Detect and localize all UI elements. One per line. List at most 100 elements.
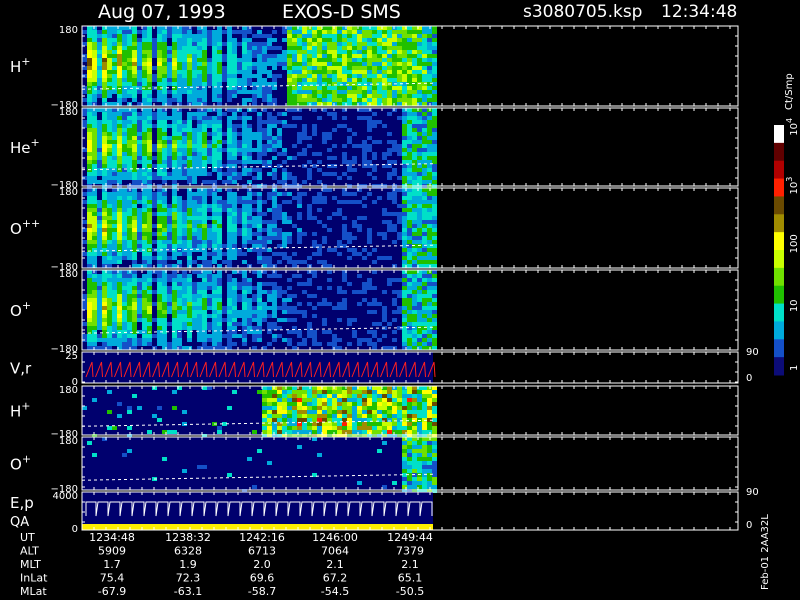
heatmap-cell bbox=[322, 406, 327, 410]
heatmap-cell bbox=[252, 216, 257, 220]
heatmap-cell bbox=[317, 220, 322, 224]
heatmap-cell bbox=[217, 264, 222, 268]
heatmap-cell bbox=[322, 386, 327, 390]
heatmap-cell bbox=[252, 42, 257, 46]
heatmap-cell bbox=[107, 282, 112, 286]
heatmap-cell bbox=[322, 298, 327, 302]
heatmap-cell bbox=[242, 34, 247, 38]
heatmap-cell bbox=[217, 228, 222, 232]
panel-background bbox=[82, 352, 433, 383]
heatmap-cell bbox=[367, 414, 372, 418]
heatmap-cell bbox=[197, 338, 202, 342]
heatmap-cell bbox=[242, 160, 247, 164]
heatmap-cell bbox=[412, 314, 417, 318]
heatmap-cell bbox=[342, 278, 347, 282]
heatmap-cell bbox=[327, 286, 332, 290]
heatmap-cell bbox=[102, 176, 107, 180]
heatmap-cell bbox=[167, 244, 172, 248]
heatmap-cell bbox=[317, 116, 322, 120]
heatmap-cell bbox=[337, 338, 342, 342]
heatmap-cell bbox=[332, 172, 337, 176]
heatmap-cell bbox=[407, 62, 412, 66]
heatmap-cell bbox=[352, 406, 357, 410]
heatmap-cell bbox=[332, 164, 337, 168]
heatmap-cell bbox=[377, 74, 382, 78]
heatmap-cell bbox=[172, 406, 177, 410]
heatmap-cell bbox=[392, 390, 397, 394]
heatmap-cell bbox=[422, 90, 427, 94]
heatmap-cell bbox=[107, 168, 112, 172]
heatmap-cell bbox=[262, 390, 267, 394]
heatmap-cell bbox=[397, 216, 402, 220]
heatmap-cell bbox=[267, 172, 272, 176]
heatmap-cell bbox=[92, 298, 97, 302]
heatmap-cell bbox=[367, 228, 372, 232]
heatmap-cell bbox=[87, 70, 92, 74]
heatmap-cell bbox=[187, 318, 192, 322]
heatmap-cell bbox=[107, 26, 112, 30]
heatmap-cell bbox=[342, 236, 347, 240]
heatmap-cell bbox=[197, 172, 202, 176]
heatmap-cell bbox=[412, 282, 417, 286]
heatmap-cell bbox=[182, 290, 187, 294]
heatmap-cell bbox=[177, 286, 182, 290]
heatmap-cell bbox=[427, 457, 432, 461]
heatmap-cell bbox=[422, 228, 427, 232]
heatmap-cell bbox=[317, 70, 322, 74]
heatmap-cell bbox=[382, 58, 387, 62]
heatmap-cell bbox=[172, 132, 177, 136]
heatmap-cell bbox=[422, 461, 427, 465]
heatmap-cell bbox=[307, 390, 312, 394]
heatmap-cell bbox=[357, 90, 362, 94]
heatmap-cell bbox=[272, 156, 277, 160]
heatmap-cell bbox=[212, 212, 217, 216]
heatmap-cell bbox=[342, 86, 347, 90]
heatmap-cell bbox=[342, 78, 347, 82]
heatmap-cell bbox=[272, 46, 277, 50]
heatmap-cell bbox=[197, 298, 202, 302]
heatmap-cell bbox=[367, 236, 372, 240]
heatmap-cell bbox=[112, 426, 117, 430]
heatmap-cell bbox=[122, 334, 127, 338]
heatmap-cell bbox=[432, 310, 437, 314]
heatmap-cell bbox=[187, 74, 192, 78]
heatmap-cell bbox=[282, 318, 287, 322]
heatmap-cell bbox=[337, 286, 342, 290]
heatmap-cell bbox=[227, 224, 232, 228]
heatmap-cell bbox=[337, 394, 342, 398]
heatmap-cell bbox=[322, 34, 327, 38]
heatmap-cell bbox=[112, 192, 117, 196]
heatmap-cell bbox=[377, 38, 382, 42]
heatmap-cell bbox=[367, 136, 372, 140]
heatmap-cell bbox=[402, 477, 407, 481]
heatmap-cell bbox=[412, 422, 417, 426]
heatmap-cell bbox=[192, 58, 197, 62]
heatmap-cell bbox=[97, 38, 102, 42]
heatmap-cell bbox=[212, 156, 217, 160]
heatmap-cell bbox=[197, 220, 202, 224]
heatmap-cell bbox=[232, 74, 237, 78]
heatmap-cell bbox=[212, 208, 217, 212]
heatmap-cell bbox=[97, 86, 102, 90]
heatmap-cell bbox=[247, 54, 252, 58]
heatmap-cell bbox=[212, 196, 217, 200]
heatmap-cell bbox=[182, 86, 187, 90]
heatmap-cell bbox=[147, 282, 152, 286]
heatmap-cell bbox=[327, 136, 332, 140]
heatmap-cell bbox=[427, 449, 432, 453]
heatmap-cell bbox=[192, 208, 197, 212]
heatmap-cell bbox=[162, 256, 167, 260]
heatmap-cell bbox=[202, 326, 207, 330]
heatmap-cell bbox=[142, 208, 147, 212]
heatmap-cell bbox=[202, 148, 207, 152]
heatmap-cell bbox=[212, 98, 217, 102]
heatmap-cell bbox=[242, 224, 247, 228]
heatmap-cell bbox=[422, 422, 427, 426]
heatmap-cell bbox=[292, 54, 297, 58]
heatmap-cell bbox=[387, 172, 392, 176]
heatmap-cell bbox=[157, 270, 162, 274]
heatmap-cell bbox=[102, 144, 107, 148]
header-instrument: EXOS-D SMS bbox=[282, 1, 401, 23]
heatmap-cell bbox=[327, 98, 332, 102]
heatmap-cell bbox=[112, 86, 117, 90]
